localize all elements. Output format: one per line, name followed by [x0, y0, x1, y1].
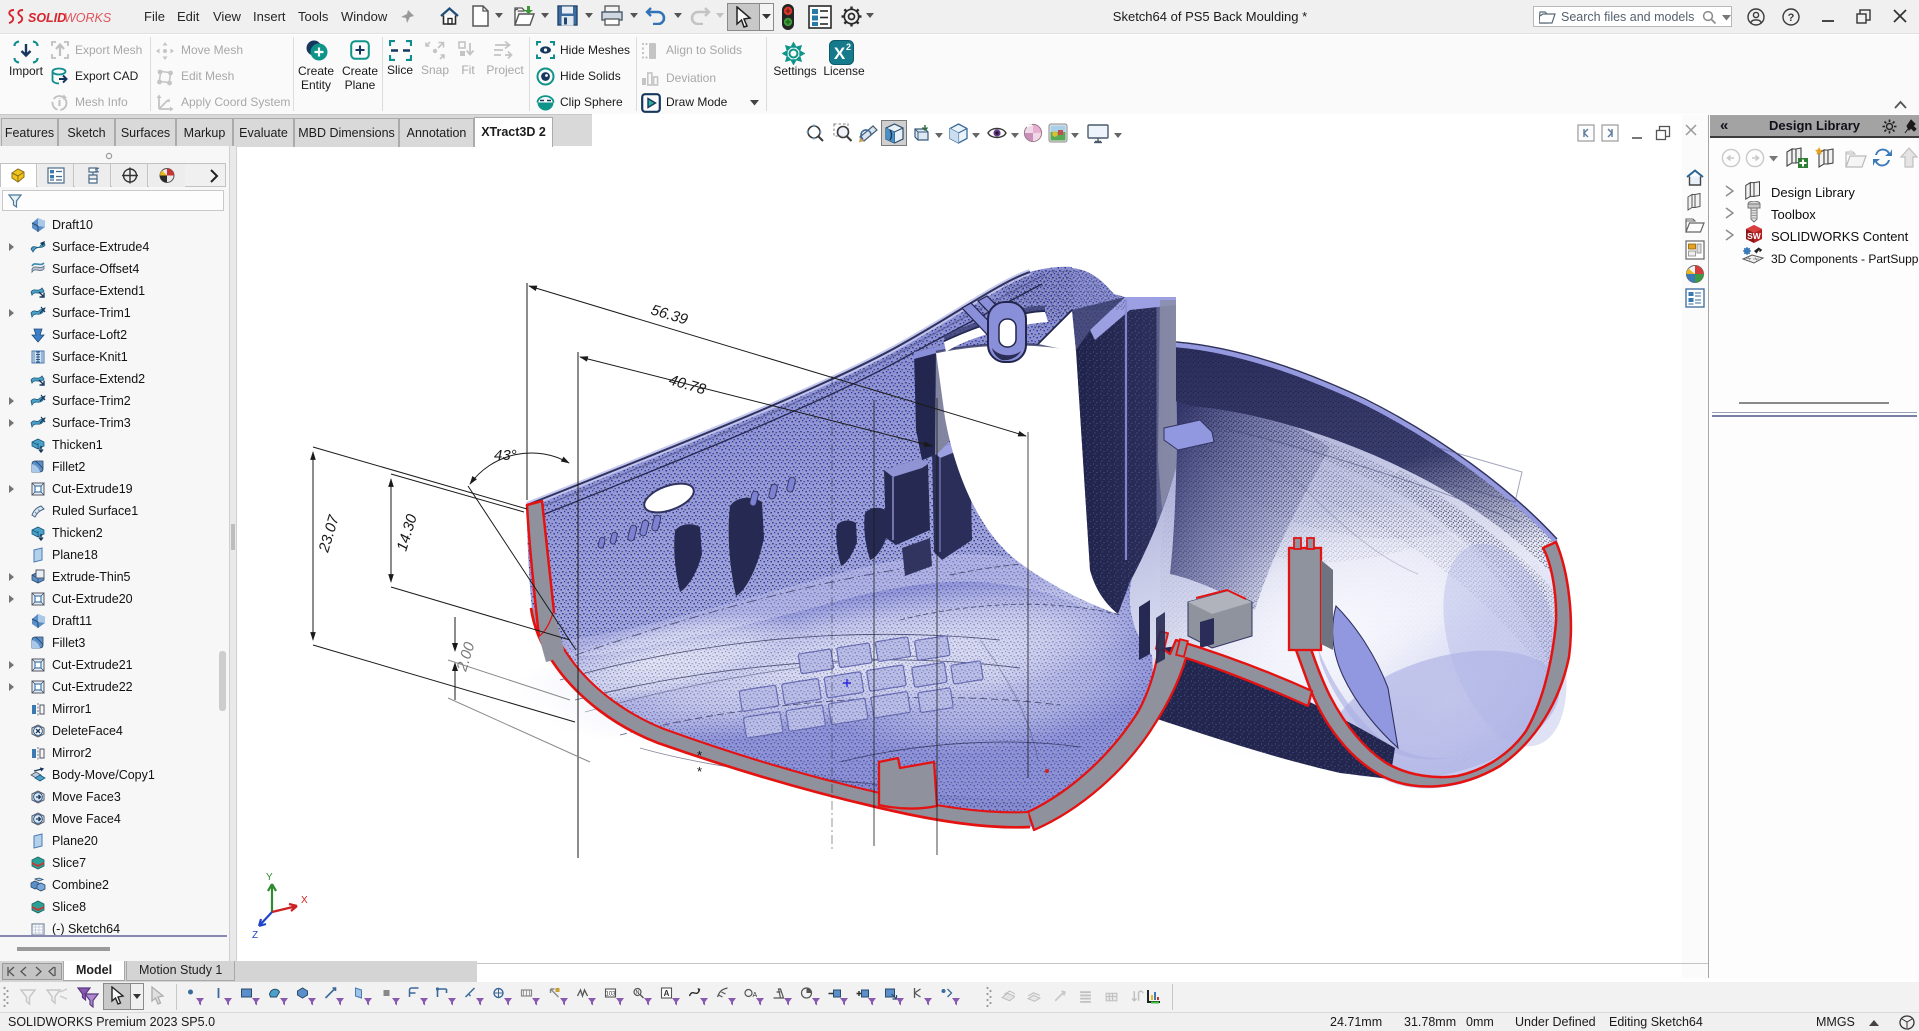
- svg-text:WORKS: WORKS: [64, 11, 112, 25]
- svg-text:2: 2: [846, 42, 851, 52]
- svg-text:43°: 43°: [494, 447, 517, 464]
- svg-text:103: 103: [605, 992, 616, 998]
- svg-text:N: N: [636, 990, 640, 996]
- svg-text:Y: Y: [266, 872, 273, 883]
- svg-text:14.30: 14.30: [394, 512, 421, 553]
- svg-text:?: ?: [1788, 12, 1795, 24]
- svg-text:*: *: [697, 764, 702, 779]
- svg-text:X: X: [301, 895, 308, 906]
- svg-text:A: A: [664, 989, 670, 998]
- svg-text:*: *: [697, 748, 702, 763]
- svg-text:40.78: 40.78: [667, 372, 708, 399]
- svg-text:SW: SW: [1747, 231, 1762, 241]
- svg-text:X: X: [834, 44, 846, 63]
- svg-text:23.07: 23.07: [315, 513, 343, 555]
- svg-text:56.39: 56.39: [649, 302, 690, 329]
- svg-text:Z: Z: [252, 930, 258, 941]
- svg-text:SOLID: SOLID: [28, 11, 66, 25]
